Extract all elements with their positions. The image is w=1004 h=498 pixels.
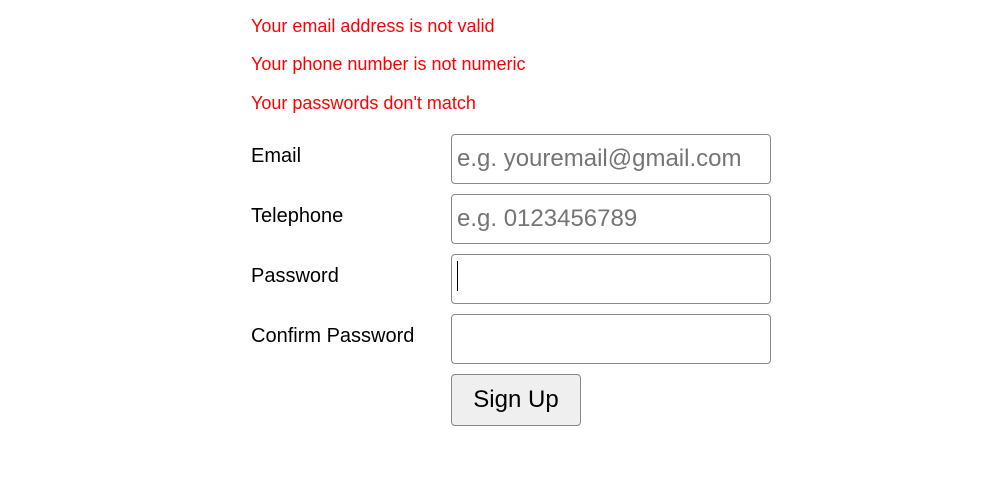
error-passwords: Your passwords don't match: [251, 93, 476, 113]
sign-up-button[interactable]: Sign Up: [451, 374, 581, 426]
telephone-input[interactable]: [451, 194, 771, 244]
email-label: Email: [251, 145, 302, 167]
error-phone: Your phone number is not numeric: [251, 54, 526, 74]
text-caret: [457, 261, 458, 291]
email-input[interactable]: [451, 134, 771, 184]
password-input[interactable]: [451, 254, 771, 304]
confirm-password-label: Confirm Password: [251, 325, 415, 347]
password-label: Password: [251, 265, 339, 287]
error-email: Your email address is not valid: [251, 16, 495, 36]
confirm-password-input[interactable]: [451, 314, 771, 364]
telephone-label: Telephone: [251, 205, 344, 227]
